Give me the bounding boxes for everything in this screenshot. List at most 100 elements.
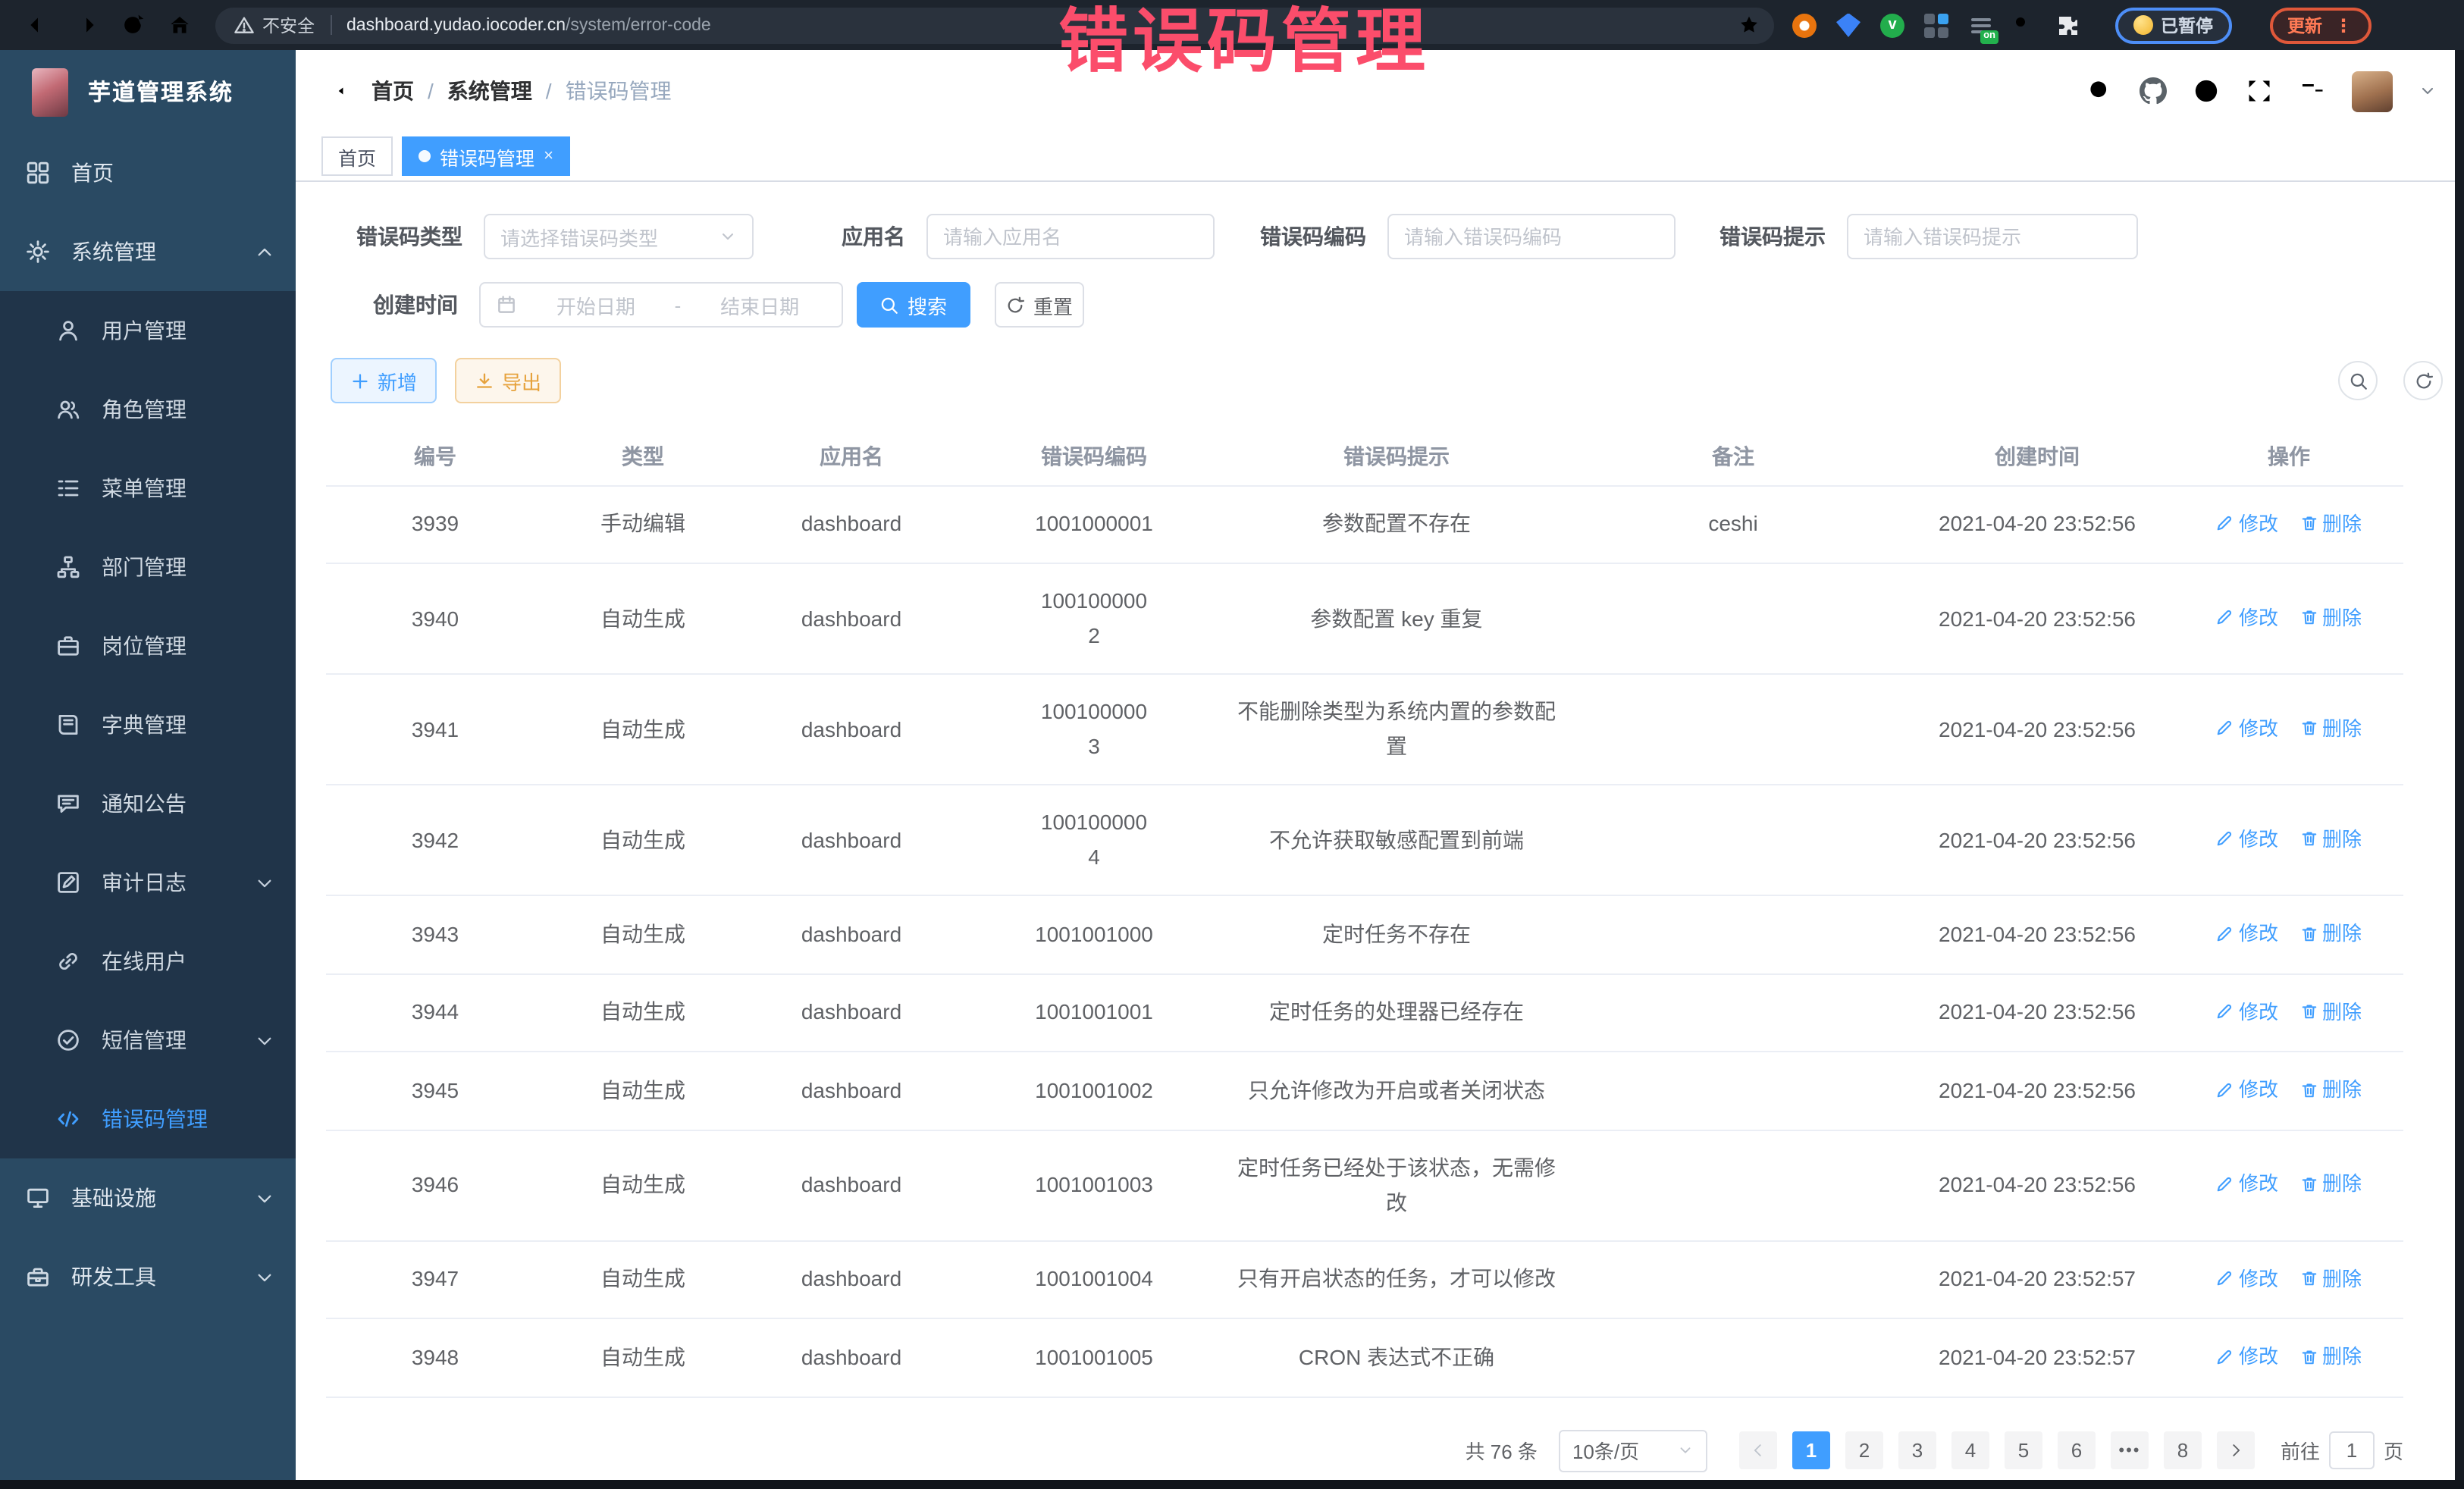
error-type-select[interactable]: 请选择错误码类型 xyxy=(484,214,754,259)
edit-link[interactable]: 修改 xyxy=(2216,822,2278,857)
page-button-4[interactable]: 4 xyxy=(1951,1431,1989,1469)
edit-link[interactable]: 修改 xyxy=(2216,1072,2278,1107)
bookmark-star-icon[interactable] xyxy=(1738,14,1760,36)
sidebar-item-online-users[interactable]: 在线用户 xyxy=(0,922,296,1001)
help-icon[interactable] xyxy=(2193,77,2220,105)
blue-gem-icon[interactable] xyxy=(1836,13,1861,37)
edit-link[interactable]: 修改 xyxy=(2216,506,2278,541)
page-button-1[interactable]: 1 xyxy=(1792,1431,1830,1469)
edit-link[interactable]: 修改 xyxy=(2216,1167,2278,1202)
green-check-icon[interactable]: v xyxy=(1880,13,1904,37)
close-tab-icon[interactable]: × xyxy=(544,148,553,165)
show-search-button[interactable] xyxy=(2338,361,2378,400)
edit-link[interactable]: 修改 xyxy=(2216,600,2278,635)
sidebar-item-users[interactable]: 用户管理 xyxy=(0,291,296,370)
page-button-6[interactable]: 6 xyxy=(2058,1431,2096,1469)
edit-link[interactable]: 修改 xyxy=(2216,1339,2278,1374)
cell-code: 1001001000 xyxy=(961,895,1227,973)
edit-icon xyxy=(2216,1002,2234,1020)
delete-link[interactable]: 删除 xyxy=(2299,1339,2362,1374)
font-size-icon[interactable] xyxy=(2299,77,2326,105)
sidebar-item-posts[interactable]: 岗位管理 xyxy=(0,607,296,685)
edit-link[interactable]: 修改 xyxy=(2216,1261,2278,1296)
table-row: 3945自动生成dashboard1001001002只允许修改为开启或者关闭状… xyxy=(326,1052,2403,1130)
breadcrumb-item[interactable]: 系统管理 xyxy=(447,76,532,106)
delete-link[interactable]: 删除 xyxy=(2299,1167,2362,1202)
cell-code: 1001001004 xyxy=(961,1240,1227,1318)
grid-icon[interactable] xyxy=(1924,13,1948,37)
profile-chip[interactable]: 已暂停 xyxy=(2115,7,2231,43)
delete-link[interactable]: 删除 xyxy=(2299,916,2362,951)
page-button-3[interactable]: 3 xyxy=(1898,1431,1936,1469)
user-avatar[interactable] xyxy=(2352,71,2393,111)
add-button[interactable]: 新增 xyxy=(331,358,437,403)
sidebar-item-error-codes[interactable]: 错误码管理 xyxy=(0,1080,296,1158)
sidebar-item-notices[interactable]: 通知公告 xyxy=(0,764,296,843)
sidebar-item-sms[interactable]: 短信管理 xyxy=(0,1001,296,1080)
refresh-table-button[interactable] xyxy=(2403,361,2443,400)
url-path[interactable]: /system/error-code xyxy=(566,16,711,34)
delete-link[interactable]: 删除 xyxy=(2299,822,2362,857)
edit-link[interactable]: 修改 xyxy=(2216,711,2278,746)
sidebar-item-dev-tools[interactable]: 研发工具 xyxy=(0,1237,296,1316)
puzzle-icon[interactable] xyxy=(2056,13,2080,37)
sidebar-item-dictionary[interactable]: 字典管理 xyxy=(0,685,296,764)
search-icon[interactable] xyxy=(2086,77,2114,105)
main-area: 首页/系统管理/错误码管理 首页错误码管理× 错误码类型 请选择错误码类型 xyxy=(296,50,2464,1480)
more-pages-button[interactable]: ••• xyxy=(2111,1431,2149,1469)
edit-link[interactable]: 修改 xyxy=(2216,994,2278,1029)
green-key-icon[interactable] xyxy=(2012,13,2036,37)
delete-link[interactable]: 删除 xyxy=(2299,506,2362,541)
app-logo[interactable]: 芋道管理系统 xyxy=(0,50,296,133)
export-button[interactable]: 导出 xyxy=(455,358,561,403)
error-code-input[interactable] xyxy=(1404,225,1659,248)
github-icon[interactable] xyxy=(2140,77,2167,105)
fullscreen-icon[interactable] xyxy=(2246,77,2273,105)
breadcrumb-item[interactable]: 首页 xyxy=(371,76,414,106)
prev-page-button[interactable] xyxy=(1739,1431,1777,1469)
delete-link[interactable]: 删除 xyxy=(2299,994,2362,1029)
sidebar-item-menus[interactable]: 菜单管理 xyxy=(0,449,296,528)
sidebar-item-roles[interactable]: 角色管理 xyxy=(0,370,296,449)
page-size-select[interactable]: 10条/页 xyxy=(1559,1429,1707,1472)
address-bar[interactable]: 不安全 dashboard.yudao.iocoder.cn /system/e… xyxy=(215,7,1774,43)
url-host[interactable]: dashboard.yudao.iocoder.cn xyxy=(346,16,566,34)
error-message-input[interactable] xyxy=(1864,225,2121,248)
link-icon xyxy=(56,949,80,973)
hamburger-icon[interactable] xyxy=(317,76,347,106)
back-icon[interactable] xyxy=(26,12,52,38)
chevron-down-icon[interactable] xyxy=(2419,82,2437,100)
edit-link[interactable]: 修改 xyxy=(2216,916,2278,951)
orange-gear-icon[interactable] xyxy=(1792,13,1817,37)
tab-首页[interactable]: 首页 xyxy=(321,136,393,176)
home-icon[interactable] xyxy=(167,12,193,38)
delete-link-label: 删除 xyxy=(2322,1072,2362,1107)
cell-actions: 修改删除 xyxy=(2174,674,2403,785)
page-button-5[interactable]: 5 xyxy=(2005,1431,2042,1469)
security-label[interactable]: 不安全 xyxy=(262,13,315,37)
search-button[interactable]: 搜索 xyxy=(857,282,970,328)
date-range-picker[interactable]: 开始日期 - 结束日期 xyxy=(479,282,843,328)
app-name-input[interactable] xyxy=(943,225,1198,248)
goto-page-input[interactable] xyxy=(2329,1431,2375,1469)
reload-icon[interactable] xyxy=(120,12,146,38)
forward-icon[interactable] xyxy=(73,12,99,38)
sidebar-item-audit-log[interactable]: 审计日志 xyxy=(0,843,296,922)
sidebar-item-infrastructure[interactable]: 基础设施 xyxy=(0,1158,296,1237)
update-button[interactable]: 更新 ⋮ xyxy=(2269,7,2371,43)
tab-错误码管理[interactable]: 错误码管理× xyxy=(402,136,570,176)
page-button-8[interactable]: 8 xyxy=(2164,1431,2202,1469)
sidebar-item-departments[interactable]: 部门管理 xyxy=(0,528,296,607)
reset-button[interactable]: 重置 xyxy=(995,282,1084,328)
next-page-button[interactable] xyxy=(2217,1431,2255,1469)
delete-link[interactable]: 删除 xyxy=(2299,600,2362,635)
delete-link[interactable]: 删除 xyxy=(2299,711,2362,746)
cell-id: 3942 xyxy=(326,785,544,895)
kebab-menu-icon[interactable]: ⋮ xyxy=(2334,16,2353,34)
page-button-2[interactable]: 2 xyxy=(1845,1431,1883,1469)
delete-link[interactable]: 删除 xyxy=(2299,1072,2362,1107)
sidebar-item-system[interactable]: 系统管理 xyxy=(0,212,296,291)
list-on-icon[interactable]: on xyxy=(1968,13,1992,37)
sidebar-item-home[interactable]: 首页 xyxy=(0,133,296,212)
delete-link[interactable]: 删除 xyxy=(2299,1261,2362,1296)
